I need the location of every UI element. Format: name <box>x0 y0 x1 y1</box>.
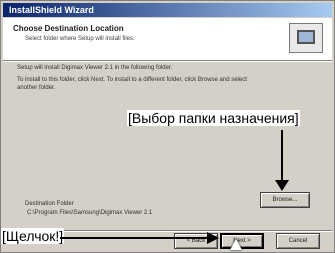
title-bar: InstallShield Wizard <box>3 3 332 17</box>
next-button[interactable]: Next > <box>220 233 264 249</box>
cancel-button[interactable]: Cancel <box>276 233 320 249</box>
installer-computer-icon <box>289 23 323 53</box>
header-divider <box>3 60 332 62</box>
annotation-arrow-down <box>281 130 283 182</box>
page-subtitle: Select folder where Setup will install f… <box>25 36 135 42</box>
window-title: InstallShield Wizard <box>9 5 94 15</box>
annotation-select-folder: [Выбор папки назначения] <box>127 110 300 126</box>
destination-folder-label: Destination Folder <box>25 201 74 207</box>
annotation-arrow-right <box>60 237 210 239</box>
instruction-line-3: another folder. <box>17 85 56 91</box>
installer-window: InstallShield Wizard Choose Destination … <box>0 0 335 253</box>
browse-button[interactable]: Browse... <box>260 192 310 208</box>
mouse-pointer-icon <box>230 239 242 250</box>
annotation-click: [Щелчок!] <box>1 228 65 244</box>
wizard-header: Choose Destination Location Select folde… <box>3 18 332 60</box>
page-title: Choose Destination Location <box>13 24 124 33</box>
annotation-arrowhead-down <box>275 180 289 191</box>
instruction-line-2: To install to this folder, click Next. T… <box>17 77 247 83</box>
destination-folder-path: C:\Program Files\Samsung\Digimax Viewer … <box>27 210 153 216</box>
annotation-arrowhead-right <box>207 232 219 244</box>
instruction-line-1: Setup will install Digimax Viewer 2.1 in… <box>17 65 173 71</box>
